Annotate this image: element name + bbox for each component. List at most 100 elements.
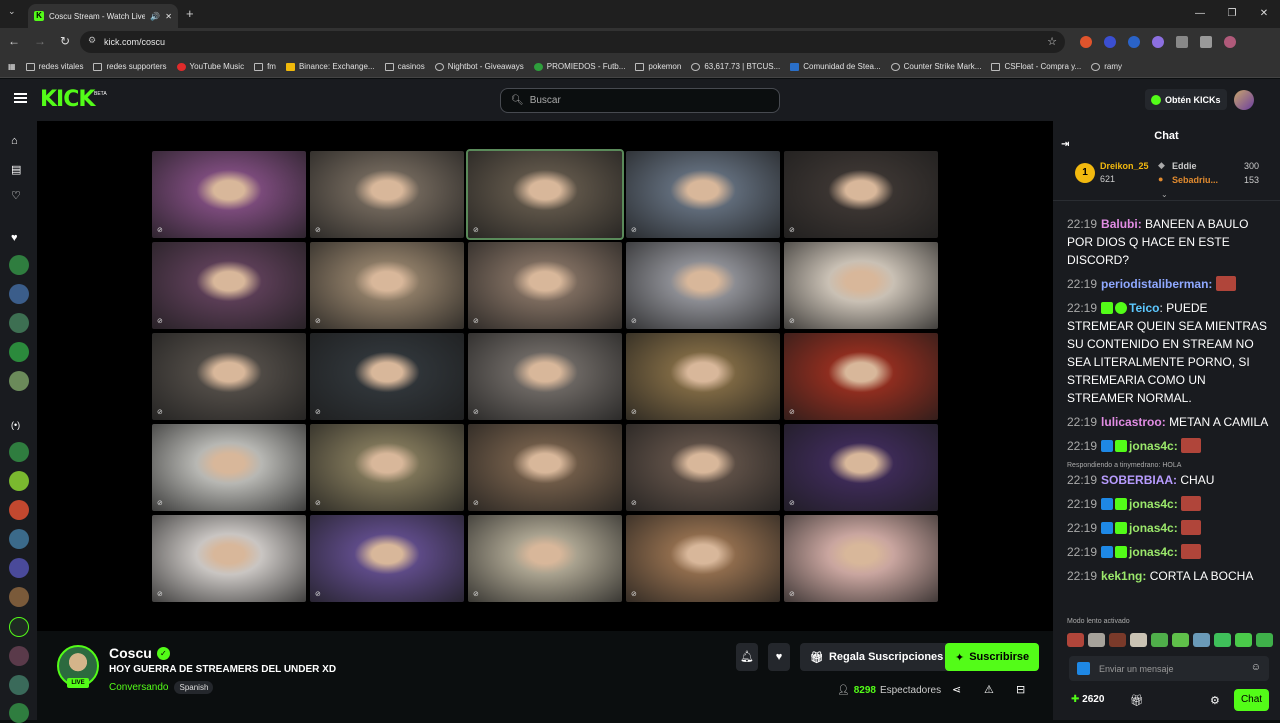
share-icon[interactable]: ⋖ [952, 683, 961, 696]
user-avatar[interactable] [1234, 90, 1254, 110]
kicks-balance[interactable]: ✚ 2620 [1071, 694, 1104, 705]
bookmark[interactable]: YouTube Music [176, 62, 244, 71]
notification-bell-button[interactable]: 🔔︎ [736, 643, 758, 671]
recommended-channel-avatar[interactable] [9, 617, 29, 637]
chat-username[interactable]: lulicastroo: [1101, 415, 1166, 429]
close-window-icon[interactable]: ✕ [1248, 0, 1280, 28]
settings-icon[interactable]: ⚙ [1210, 694, 1220, 707]
emote-icon[interactable] [1172, 633, 1189, 647]
subscribe-button[interactable]: ✦ Suscribirse [945, 643, 1040, 671]
bookmark[interactable]: CSFloat - Compra y... [991, 62, 1081, 71]
emote-icon[interactable] [1235, 633, 1252, 647]
recommended-channel-avatar[interactable] [9, 703, 29, 723]
kick-logo[interactable]: KICK [40, 87, 95, 112]
puzzle-icon[interactable] [1176, 36, 1188, 48]
reload-icon[interactable]: ↻ [60, 34, 70, 48]
back-icon[interactable]: ← [8, 34, 20, 48]
top-gifter-name[interactable]: Dreikon_25 [1100, 161, 1149, 171]
site-info-icon[interactable]: ⚙ [88, 35, 96, 46]
bookmark[interactable]: casinos [384, 62, 425, 71]
extension-icon[interactable] [1080, 36, 1092, 48]
followed-channel-avatar[interactable] [9, 284, 29, 304]
bookmark[interactable]: Binance: Exchange... [285, 62, 375, 71]
apps-icon[interactable]: ▦ [8, 62, 16, 71]
forward-icon[interactable]: → [34, 34, 46, 48]
bookmark[interactable]: fm [254, 62, 276, 71]
chat-message-input[interactable]: Enviar un mensaje ☺ [1069, 656, 1269, 681]
browse-icon[interactable]: ▤ [11, 163, 21, 176]
video-player[interactable]: ⊘ ⊘ ⊘ ⊘ ⊘ ⊘ ⊘ ⊘ ⊘ ⊘ ⊘ ⊘ ⊘ ⊘ ⊘ ⊘ ⊘ ⊘ ⊘ ⊘ ⊘ ⊘ ⊘ ⊘ ⊘ [37, 121, 1053, 631]
chat-username[interactable]: jonas4c: [1129, 439, 1178, 453]
emote-icon[interactable] [1193, 633, 1210, 647]
recommended-channel-avatar[interactable] [9, 558, 29, 578]
bookmark-star-icon[interactable]: ☆ [1047, 35, 1057, 48]
speaker-icon[interactable]: 🔊 [150, 12, 160, 21]
recommended-channel-avatar[interactable] [9, 500, 29, 520]
send-chat-button[interactable]: Chat [1234, 689, 1269, 711]
gifter-name[interactable]: Sebadriu... [1172, 175, 1218, 185]
follow-heart-button[interactable]: ♥ [768, 643, 790, 671]
bookmark[interactable]: Comunidad de Stea... [790, 62, 881, 71]
language-tag[interactable]: Spanish [174, 681, 214, 694]
emoji-icon[interactable]: ☺ [1251, 662, 1261, 673]
bookmark[interactable]: redes supporters [93, 62, 167, 71]
url-field[interactable]: ⚙ kick.com/coscu ☆ [80, 31, 1065, 53]
maximize-icon[interactable]: ❐ [1216, 0, 1248, 28]
tab-list-icon[interactable]: ⌄ [8, 6, 16, 17]
bookmark[interactable]: Nightbot - Giveaways [434, 62, 524, 71]
chat-username[interactable]: jonas4c: [1129, 497, 1178, 511]
menu-list-icon[interactable] [1200, 36, 1212, 48]
gift-subs-button[interactable]: 🎁︎ Regala Suscripciones [800, 643, 954, 671]
expand-leaderboard-icon[interactable]: ⌄ [1161, 190, 1168, 199]
chat-username[interactable]: SOBERBIAA: [1101, 473, 1177, 487]
gift-icon[interactable]: 🎁︎ [1130, 694, 1144, 707]
bookmark[interactable]: ramy [1091, 62, 1122, 71]
profile-icon[interactable] [1224, 36, 1236, 48]
bookmark[interactable]: redes vitales [25, 62, 83, 71]
chat-username[interactable]: periodistaliberman: [1101, 277, 1212, 291]
recommended-channel-avatar[interactable] [9, 442, 29, 462]
chat-username[interactable]: kek1ng: [1101, 569, 1146, 583]
extension-icon[interactable] [1104, 36, 1116, 48]
following-icon[interactable]: ♡ [11, 189, 21, 202]
bookmark[interactable]: Counter Strike Mark... [890, 62, 981, 71]
emote-icon[interactable] [1214, 633, 1231, 647]
emote-icon[interactable] [1151, 633, 1168, 647]
emote-icon[interactable] [1088, 633, 1105, 647]
followed-channel-avatar[interactable] [9, 371, 29, 391]
close-tab-icon[interactable]: ✕ [165, 12, 172, 21]
emote-picker-icon[interactable] [1077, 662, 1090, 675]
browser-tab[interactable]: K Coscu Stream - Watch Live 🔊 ✕ [28, 4, 178, 28]
recommended-channel-avatar[interactable] [9, 646, 29, 666]
recommended-channel-avatar[interactable] [9, 471, 29, 491]
emote-icon[interactable] [1109, 633, 1126, 647]
recommended-channel-avatar[interactable] [9, 529, 29, 549]
followed-channel-avatar[interactable] [9, 313, 29, 333]
chat-username[interactable]: jonas4c: [1129, 521, 1178, 535]
recommended-channel-avatar[interactable] [9, 675, 29, 695]
emote-icon[interactable] [1256, 633, 1273, 647]
category-link[interactable]: Conversando [109, 682, 168, 693]
get-kicks-button[interactable]: Obtén KICKs [1145, 89, 1227, 110]
chat-username[interactable]: jonas4c: [1129, 545, 1178, 559]
bookmark[interactable]: 63,617.73 | BTCUS... [691, 62, 780, 71]
bookmark[interactable]: pokemon [635, 62, 681, 71]
new-tab-icon[interactable]: + [186, 6, 194, 21]
search-input[interactable]: 🔍︎ Buscar [500, 88, 780, 113]
chat-username[interactable]: Teico [1129, 301, 1159, 315]
emote-icon[interactable] [1067, 633, 1084, 647]
extension-icon[interactable] [1128, 36, 1140, 48]
streamer-name[interactable]: Coscu ✓ [109, 645, 170, 661]
minimize-icon[interactable]: — [1184, 0, 1216, 28]
bookmark[interactable]: PROMIEDOS - Futb... [533, 62, 625, 71]
menu-icon[interactable] [14, 93, 27, 103]
extension-icon[interactable] [1152, 36, 1164, 48]
recommended-channel-avatar[interactable] [9, 587, 29, 607]
followed-channel-avatar[interactable] [9, 342, 29, 362]
report-icon[interactable]: ⚠ [984, 683, 994, 696]
followed-channel-avatar[interactable] [9, 255, 29, 275]
chat-username[interactable]: Balubi: [1101, 217, 1142, 231]
clip-icon[interactable]: ⊟ [1016, 683, 1025, 696]
emote-icon[interactable] [1130, 633, 1147, 647]
home-icon[interactable]: ⌂ [11, 135, 18, 147]
